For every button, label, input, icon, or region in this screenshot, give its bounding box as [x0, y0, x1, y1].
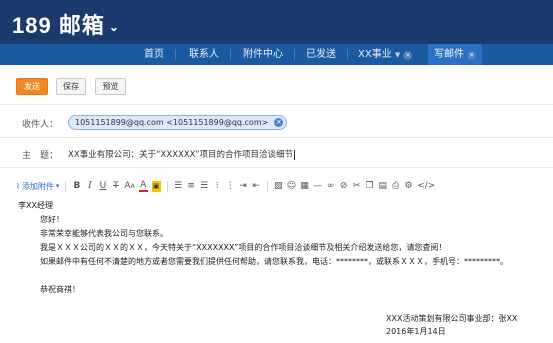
- italic-icon[interactable]: I: [85, 181, 94, 192]
- recipient-address: 1051151899@qq.com <1051151899@qq.com>: [75, 118, 269, 127]
- bold-icon[interactable]: B: [72, 181, 81, 192]
- toolbar-divider: [65, 180, 67, 192]
- cut-icon[interactable]: ✂: [352, 181, 361, 192]
- numbered-list-icon[interactable]: ⋮: [226, 181, 235, 192]
- align-right-icon[interactable]: ☰: [200, 181, 209, 192]
- signature-date: 2016年1月14日: [386, 327, 446, 336]
- to-label: 收件人：: [22, 120, 59, 130]
- recipient-chip[interactable]: 1051151899@qq.com <1051151899@qq.com> ×: [68, 115, 288, 130]
- source-code-icon[interactable]: </>: [417, 181, 435, 192]
- subject-label: 主 题：: [22, 151, 59, 161]
- preview-button[interactable]: 预览: [95, 78, 126, 95]
- bullet-list-icon[interactable]: ⁝: [213, 181, 222, 192]
- indent-icon[interactable]: ⇥: [239, 181, 248, 192]
- send-button[interactable]: 发送: [16, 78, 48, 95]
- editor-toolbar: ⌇ 添加附件 ▾ B I U T AA A ▣ ☰ ≡ ☰ ⁝ ⋮ ⇥ ⇤ ▨ ☺ …: [16, 179, 435, 193]
- divider: [0, 104, 553, 105]
- nav-divider: [347, 49, 348, 60]
- closing-line: 恭祝商祺！: [40, 285, 80, 294]
- paperclip-icon: ⌇: [16, 181, 20, 191]
- signature: XXX活动策划有限公司事业部：张XX: [386, 314, 518, 323]
- tab-home[interactable]: 首页: [135, 44, 173, 65]
- align-center-icon[interactable]: ≡: [187, 181, 196, 192]
- strikethrough-icon[interactable]: T: [111, 181, 120, 192]
- logo-text: 189 邮箱: [12, 13, 105, 38]
- unlink-icon[interactable]: ⊘: [339, 181, 348, 192]
- underline-icon[interactable]: U: [98, 181, 107, 192]
- nav-divider: [175, 49, 176, 60]
- body-line: 您好！: [40, 215, 64, 224]
- toolbar-divider: [266, 180, 268, 192]
- nav-bar: 首页 联系人 附件中心 已发送 XX事业 ▼ × 写邮件 ×: [0, 44, 553, 65]
- add-attachment-button[interactable]: ⌇ 添加附件 ▾: [16, 181, 59, 192]
- paste-icon[interactable]: ▤: [378, 181, 387, 192]
- text-caret: [294, 149, 296, 160]
- tab-compose-label: 写邮件: [434, 49, 464, 60]
- remove-recipient-icon[interactable]: ×: [274, 118, 284, 127]
- body-line: 我是ＸＸＸ公司的ＸＸ的ＸＸ，今天特关于“XXXXXXX”项目的合作项目洽谈细节及…: [40, 243, 447, 252]
- settings-icon[interactable]: ⚙: [404, 181, 413, 192]
- dropdown-icon[interactable]: ▼: [395, 51, 400, 59]
- font-color-icon[interactable]: A: [138, 180, 148, 192]
- outdent-icon[interactable]: ⇤: [252, 181, 261, 192]
- nav-divider: [230, 49, 231, 60]
- link-icon[interactable]: ∞: [326, 181, 335, 192]
- chevron-down-icon[interactable]: ⌄: [109, 20, 120, 34]
- divider: [0, 167, 553, 168]
- tab-sent[interactable]: 已发送: [299, 44, 343, 65]
- emoji-icon[interactable]: ☺: [287, 181, 296, 192]
- tab-compose[interactable]: 写邮件 ×: [428, 44, 482, 65]
- toolbar-divider: [166, 180, 168, 192]
- save-button[interactable]: 保存: [56, 78, 86, 95]
- add-attachment-label: 添加附件: [21, 181, 54, 191]
- dropdown-icon: ▾: [55, 182, 60, 190]
- print-icon[interactable]: ⎙: [391, 181, 400, 192]
- copy-icon[interactable]: ❐: [365, 181, 374, 192]
- nav-divider: [294, 49, 295, 60]
- mail-logo[interactable]: 189 邮箱 ⌄: [12, 8, 120, 40]
- highlight-color-icon[interactable]: ▣: [151, 180, 161, 192]
- body-line: 如果邮件中有任何不清楚的地方或者您需要我们提供任何帮助，请您联系我，电话：***…: [40, 257, 508, 266]
- top-header: 189 邮箱 ⌄: [0, 0, 553, 44]
- table-icon[interactable]: ▦: [300, 181, 309, 192]
- tab-xx-business-label: XX事业: [358, 49, 392, 60]
- image-icon[interactable]: ▨: [274, 181, 283, 192]
- greeting-name: 李XX经理: [18, 201, 53, 210]
- close-icon[interactable]: ×: [467, 51, 476, 60]
- body-line: 非常荣幸能够代表我公司与您联系。: [40, 229, 168, 238]
- tab-attachments[interactable]: 附件中心: [236, 44, 290, 65]
- subject-input[interactable]: XX事业有限公司：关于“XXXXXX”项目的合作项目洽谈细节: [68, 148, 296, 160]
- font-size-icon[interactable]: AA: [124, 181, 134, 192]
- tab-xx-business[interactable]: XX事业 ▼ ×: [352, 44, 424, 65]
- close-icon[interactable]: ×: [403, 51, 413, 60]
- tab-contacts[interactable]: 联系人: [182, 44, 226, 65]
- divider: [0, 137, 553, 138]
- align-left-icon[interactable]: ☰: [174, 181, 183, 192]
- subject-text: XX事业有限公司：关于“XXXXXX”项目的合作项目洽谈细节: [68, 150, 294, 160]
- separator-icon[interactable]: —: [313, 181, 322, 192]
